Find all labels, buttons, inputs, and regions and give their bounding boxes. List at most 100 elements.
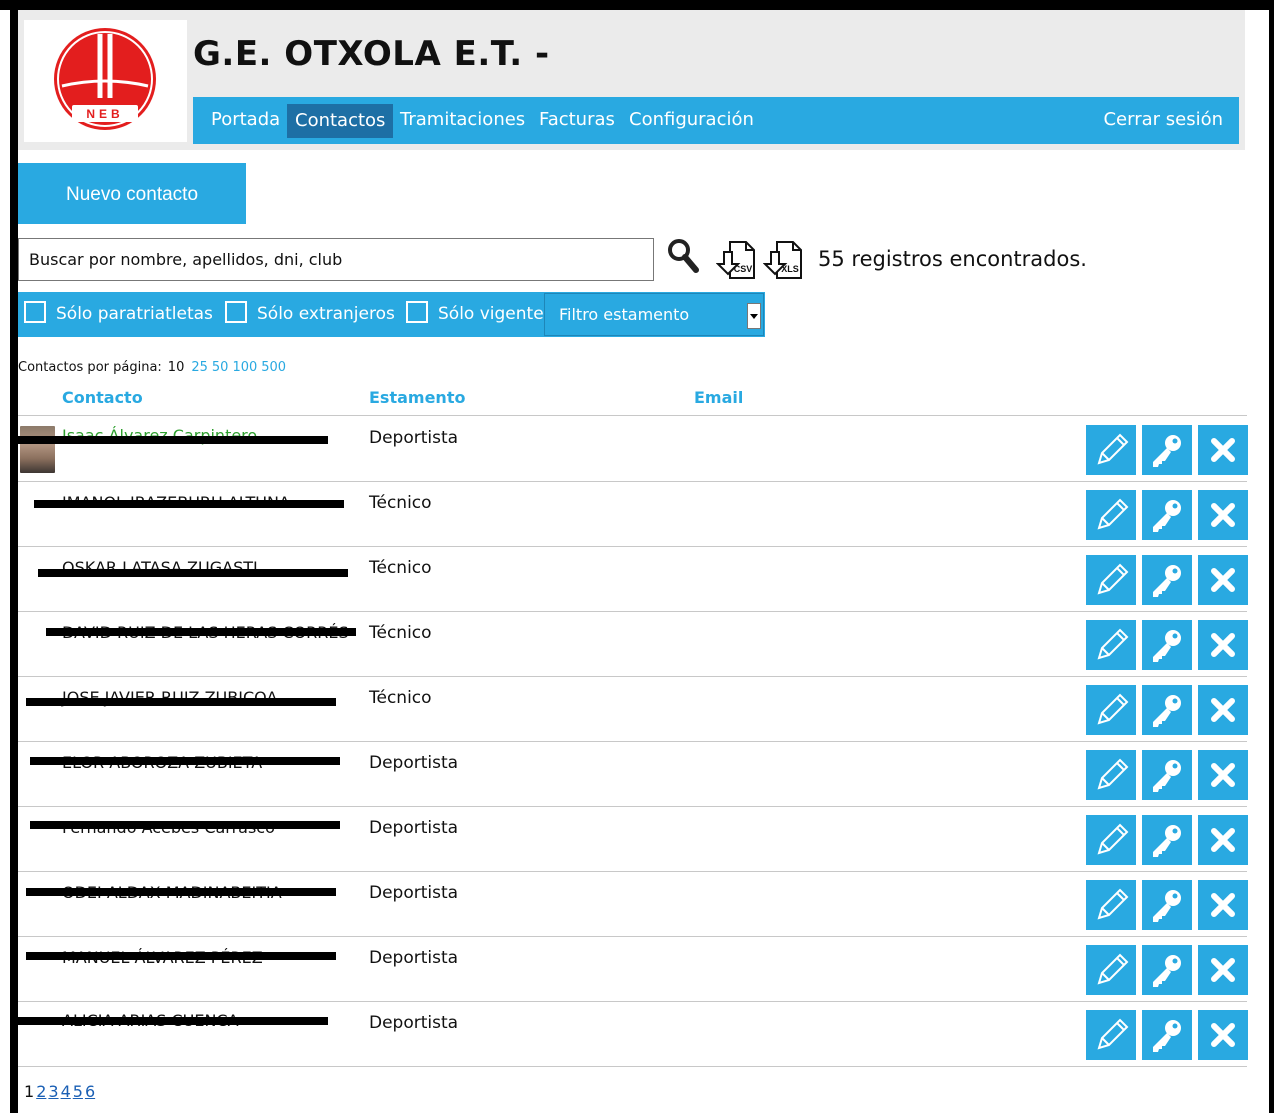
table-row: MANUEL ÁLVAREZ PÉREZDeportista [18,936,1248,1002]
redaction-bar [26,698,336,706]
edit-button[interactable] [1086,880,1136,930]
edit-button[interactable] [1086,945,1136,995]
xls-download-icon[interactable]: XLS [762,238,807,280]
column-header-email[interactable]: Email [694,388,743,407]
filter-paratriatletas-label: Sólo paratriatletas [56,304,213,324]
delete-button[interactable] [1198,815,1248,865]
contact-estamento: Deportista [369,753,459,773]
logo-text: NEB [86,107,123,121]
filter-paratriatletas[interactable]: Sólo paratriatletas [24,301,213,326]
permissions-button[interactable] [1142,945,1192,995]
window-frame-top [0,0,1274,10]
permissions-button[interactable] [1142,425,1192,475]
estamento-select[interactable]: Filtro estamento [544,293,764,336]
nav-contactos[interactable]: Contactos [287,104,394,138]
permissions-button[interactable] [1142,620,1192,670]
contact-estamento: Deportista [369,948,459,968]
site-title: G.E. OTXOLA E.T. - [193,34,550,74]
contact-estamento: Técnico [369,688,432,708]
estamento-select-value: Filtro estamento [559,305,690,324]
per-page-selector: Contactos por página: 10 25 50 100 500 [18,360,286,375]
contact-estamento: Técnico [369,558,432,578]
pagination-link[interactable]: 5 [73,1082,83,1101]
redaction-bar [46,628,356,636]
club-logo[interactable]: NEB [24,20,187,142]
edit-button[interactable] [1086,425,1136,475]
per-page-option[interactable]: 500 [261,360,286,375]
redaction-bar [38,569,348,577]
delete-button[interactable] [1198,425,1248,475]
avatar[interactable] [20,426,55,473]
edit-button[interactable] [1086,620,1136,670]
nav-configuracion[interactable]: Configuración [621,97,762,144]
table-row: IMANOL IRAZEBURU ALTUNATécnico [18,481,1248,547]
window-frame-right [1269,0,1274,1113]
redaction-bar [30,821,340,829]
edit-button[interactable] [1086,490,1136,540]
filter-extranjeros[interactable]: Sólo extranjeros [225,301,395,326]
nav-tramitaciones[interactable]: Tramitaciones [392,97,533,144]
new-contact-button[interactable]: Nuevo contacto [18,163,246,224]
chevron-down-icon[interactable] [747,303,761,329]
permissions-button[interactable] [1142,490,1192,540]
edit-button[interactable] [1086,750,1136,800]
delete-button[interactable] [1198,620,1248,670]
edit-button[interactable] [1086,815,1136,865]
column-header-contacto[interactable]: Contacto [62,388,143,407]
delete-button[interactable] [1198,750,1248,800]
redaction-bar [26,952,336,960]
logout-link[interactable]: Cerrar sesión [1103,97,1223,144]
search-input[interactable] [18,238,654,281]
permissions-button[interactable] [1142,750,1192,800]
table-row: ODEI ALDAX MADINABEITIADeportista [18,871,1248,937]
contact-estamento: Técnico [369,493,432,513]
search-icon[interactable] [667,238,699,274]
contact-estamento: Deportista [369,428,459,448]
pagination-link[interactable]: 4 [61,1082,71,1101]
filter-vigentes[interactable]: Sólo vigentes [406,301,553,326]
pagination-link[interactable]: 6 [85,1082,95,1101]
per-page-option[interactable]: 50 [212,360,229,375]
edit-button[interactable] [1086,1010,1136,1060]
contact-estamento: Deportista [369,818,459,838]
pagination-link[interactable]: 3 [48,1082,58,1101]
table-row: JOSE JAVIER RUIZ ZUBICOATécnico [18,676,1248,742]
permissions-button[interactable] [1142,685,1192,735]
contact-estamento: Deportista [369,883,459,903]
permissions-button[interactable] [1142,815,1192,865]
records-count: 55 registros encontrados. [818,247,1087,271]
svg-text:XLS: XLS [781,264,799,274]
filter-extranjeros-label: Sólo extranjeros [257,304,395,324]
nav-facturas[interactable]: Facturas [531,97,623,144]
redaction-bar [30,757,340,765]
pagination-link[interactable]: 2 [36,1082,46,1101]
checkbox-icon[interactable] [24,301,46,323]
checkbox-icon[interactable] [406,301,428,323]
checkbox-icon[interactable] [225,301,247,323]
redaction-bar [26,888,336,896]
table-row: Fernando Acebes CarrascoDeportista [18,806,1248,872]
delete-button[interactable] [1198,945,1248,995]
delete-button[interactable] [1198,685,1248,735]
window-frame-left [10,0,18,1113]
permissions-button[interactable] [1142,555,1192,605]
delete-button[interactable] [1198,490,1248,540]
nav-portada[interactable]: Portada [203,97,288,144]
edit-button[interactable] [1086,685,1136,735]
pagination-current: 1 [24,1082,35,1101]
per-page-option[interactable]: 25 [191,360,208,375]
permissions-button[interactable] [1142,880,1192,930]
permissions-button[interactable] [1142,1010,1192,1060]
edit-button[interactable] [1086,555,1136,605]
csv-download-icon[interactable]: CSV [715,238,760,280]
delete-button[interactable] [1198,555,1248,605]
contact-estamento: Deportista [369,1013,459,1033]
redaction-bar [18,436,328,444]
table-row: Isaac Álvarez CarpinteroDeportista [18,416,1248,482]
filter-vigentes-label: Sólo vigentes [438,304,553,324]
delete-button[interactable] [1198,880,1248,930]
per-page-option[interactable]: 100 [232,360,257,375]
delete-button[interactable] [1198,1010,1248,1060]
contact-estamento: Técnico [369,623,432,643]
column-header-estamento[interactable]: Estamento [369,388,465,407]
